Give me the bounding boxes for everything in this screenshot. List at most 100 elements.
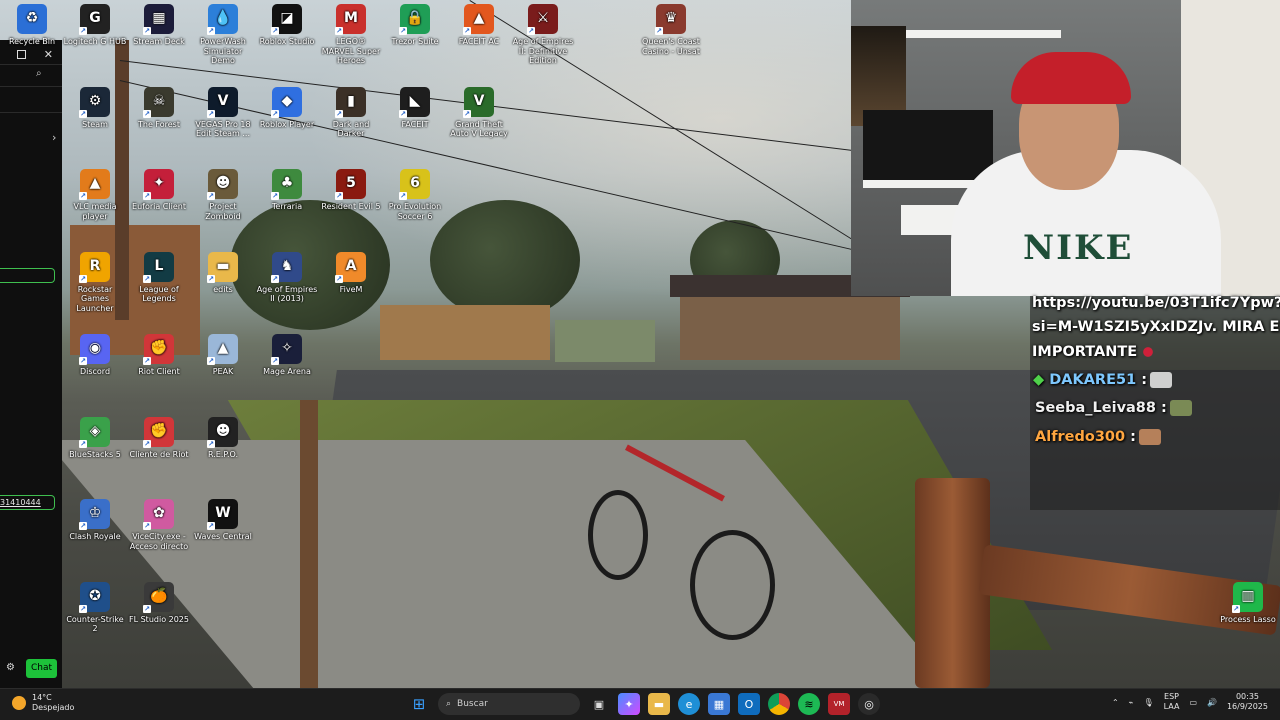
voicemeeter-icon[interactable]: VM <box>828 693 850 715</box>
search-icon: ⌕ <box>36 68 42 79</box>
chat-button[interactable]: Chat <box>26 659 57 678</box>
desktop-icon[interactable]: R ↗ Rockstar Games Launcher <box>63 251 127 314</box>
copilot-icon[interactable]: ✦ <box>618 693 640 715</box>
volume-icon[interactable]: 🔊 <box>1207 698 1217 707</box>
desktop-icon[interactable]: W ↗ Waves Central <box>191 499 255 542</box>
bicycle-wheel <box>690 530 775 640</box>
desktop-icon-label: Process Lasso <box>1220 614 1276 624</box>
desktop-icon[interactable]: ♻ Recycle Bin <box>0 4 64 47</box>
weather-widget[interactable]: 14°C Despejado <box>12 693 74 713</box>
desktop-icon[interactable]: 🍊 ↗ FL Studio 2025 <box>127 581 191 625</box>
desktop-icon[interactable]: V ↗ Grand Theft Auto V Legacy <box>447 86 511 139</box>
obs-icon[interactable]: ◎ <box>858 693 880 715</box>
settings-gear-icon[interactable]: ⚙ <box>6 662 15 673</box>
clock[interactable]: 00:35 16/9/2025 <box>1227 692 1268 712</box>
chrome-icon[interactable] <box>768 693 790 715</box>
desktop-icon[interactable]: ♛ ↗ Queen's Coast Casino - Unsat <box>639 4 703 56</box>
desktop-icon[interactable]: V ↗ VEGAS Pro 18 Edit Steam ... <box>191 86 255 139</box>
chat-username[interactable]: Alfredo300 <box>1035 429 1125 445</box>
chat-username[interactable]: Seeba_Leiva88 <box>1035 400 1156 416</box>
desktop-icon[interactable]: ⚔ ↗ Age of Empires II: Definitive Edition <box>511 4 575 66</box>
desktop-icon-label: Counter-Strike 2 <box>66 614 124 634</box>
desktop-icon[interactable]: ✊ ↗ Cliente de Riot <box>127 416 191 460</box>
desktop-icon[interactable]: ▮ ↗ Dark and Darker <box>319 86 383 139</box>
stream-deck-icon: ▦ ↗ <box>143 4 174 35</box>
chevron-up-icon[interactable]: ⌃ <box>1112 698 1119 707</box>
microsoft-store-icon[interactable]: ▦ <box>708 693 730 715</box>
chat-message-text: https://youtu.be/03T1ifc7Ypw? <box>1032 295 1280 311</box>
desktop-icon-label: PowerWash Simulator Demo <box>200 37 246 65</box>
network-icon[interactable]: ⌁ <box>1129 698 1134 707</box>
bluestacks-icon: ◈ ↗ <box>79 416 110 448</box>
taskbar-search[interactable]: ⌕ Buscar <box>438 693 580 715</box>
close-icon[interactable]: ✕ <box>44 48 53 61</box>
desktop-icon-label: FACEIT <box>401 119 429 129</box>
desktop-icon[interactable]: ▥ ↗ Process Lasso <box>1216 581 1280 625</box>
re5-icon: 5 ↗ <box>335 169 366 200</box>
language-indicator[interactable]: ESP LAA <box>1164 692 1180 712</box>
desktop-icon[interactable]: ☻ ↗ R.E.P.O. <box>191 416 255 460</box>
desktop-icon[interactable]: 🔒 ↗ Trezor Suite <box>383 4 447 47</box>
shortcut-arrow-icon: ↗ <box>335 274 343 283</box>
desktop-icon[interactable]: 6 ↗ Pro Evolution Soccer 6 <box>383 169 447 221</box>
chat-username[interactable]: DAKARE51 <box>1049 372 1136 388</box>
vlc-icon: ▲ ↗ <box>79 169 110 200</box>
chevron-right-icon[interactable]: › <box>52 131 56 144</box>
desktop-icon[interactable]: ♔ ↗ Clash Royale <box>63 499 127 542</box>
desktop-icon[interactable]: ▦ ↗ Stream Deck <box>127 4 191 47</box>
desktop-icon[interactable]: 💧 ↗ PowerWash Simulator Demo <box>191 4 255 66</box>
recycle-bin-icon: ♻ <box>17 4 47 34</box>
desktop-icon[interactable]: ☻ ↗ Project Zomboid <box>191 169 255 221</box>
windows-start-icon[interactable]: ⊞ <box>408 693 430 715</box>
outlook-icon[interactable]: O <box>738 693 760 715</box>
desktop-icon[interactable]: ▬ ↗ edits <box>191 251 255 295</box>
file-explorer-icon[interactable]: ▬ <box>648 693 670 715</box>
steam-icon: ⚙ ↗ <box>79 86 110 118</box>
desktop-icon[interactable]: ☠ ↗ The Forest <box>127 86 191 130</box>
shortcut-arrow-icon: ↗ <box>463 27 471 35</box>
desktop-icon[interactable]: ◣ ↗ FACEIT <box>383 86 447 130</box>
desktop-icon[interactable]: ♞ ↗ Age of Empires II (2013) <box>255 251 319 304</box>
fivem-icon: A ↗ <box>335 251 366 283</box>
display-icon[interactable]: ▭ <box>1189 698 1197 707</box>
rose-emote-icon <box>1140 344 1157 360</box>
microphone-icon[interactable]: 🎙 <box>1143 698 1153 707</box>
desktop-icon[interactable]: ⚙ ↗ Steam <box>63 86 127 130</box>
task-view-icon[interactable]: ▣ <box>588 693 610 715</box>
shortcut-arrow-icon: ↗ <box>335 109 343 118</box>
desktop-icon[interactable]: ◪ ↗ Roblox Studio <box>255 4 319 47</box>
desktop-icon[interactable]: ▲ ↗ PEAK <box>191 334 255 377</box>
desktop-icon[interactable]: ✧ ↗ Mage Arena <box>255 334 319 377</box>
desktop-icon[interactable]: ✪ ↗ Counter-Strike 2 <box>63 581 127 634</box>
edge-icon[interactable]: e <box>678 693 700 715</box>
desktop-icon-label: Logitech G HUB <box>63 37 127 46</box>
desktop-icon[interactable]: ♣ ↗ Terraria <box>255 169 319 212</box>
desktop-icon[interactable]: A ↗ FiveM <box>319 251 383 295</box>
desktop-icon[interactable]: M ↗ LEGO® MARVEL Super Heroes <box>319 4 383 66</box>
panel-input-box[interactable] <box>0 268 55 283</box>
shortcut-arrow-icon: ↗ <box>79 357 87 365</box>
weather-condition: Despejado <box>32 703 75 712</box>
shortcut-arrow-icon: ↗ <box>271 27 279 35</box>
maximize-icon[interactable] <box>16 49 26 59</box>
chat-message: Seeba_Leiva88 : <box>1035 400 1192 416</box>
desktop-icon-label: LEGO® MARVEL Super Heroes <box>321 37 381 65</box>
desktop-icon[interactable]: ▲ ↗ FACEIT AC <box>447 4 511 47</box>
desktop-icon[interactable]: 5 ↗ Resident Evil 5 <box>319 169 383 212</box>
desktop-icon[interactable]: G ↗ Logitech G HUB <box>63 4 127 47</box>
spotify-icon[interactable]: ≋ <box>798 693 820 715</box>
desktop-icon[interactable]: ◉ ↗ Discord <box>63 334 127 377</box>
desktop-icon-label: Riot Client <box>138 367 180 376</box>
desktop-icon[interactable]: ◆ ↗ Roblox Player <box>255 86 319 130</box>
desktop-icon[interactable]: ▲ ↗ VLC media player <box>63 169 127 221</box>
panel-search-button[interactable]: ⌕ <box>36 68 42 79</box>
shortcut-arrow-icon: ↗ <box>143 604 151 613</box>
desktop-icon[interactable]: ◈ ↗ BlueStacks 5 <box>63 416 127 460</box>
panel-link[interactable]: 31410444 <box>0 495 55 510</box>
desktop-icon[interactable]: ✿ ↗ ViceCity.exe - Acceso directo <box>127 499 191 551</box>
shortcut-arrow-icon: ↗ <box>271 192 279 200</box>
shortcut-arrow-icon: ↗ <box>399 109 407 118</box>
desktop-icon[interactable]: ✊ ↗ Riot Client <box>127 334 191 377</box>
desktop-icon[interactable]: L ↗ League of Legends <box>127 251 191 304</box>
desktop-icon[interactable]: ✦ ↗ Euforia Client <box>127 169 191 212</box>
